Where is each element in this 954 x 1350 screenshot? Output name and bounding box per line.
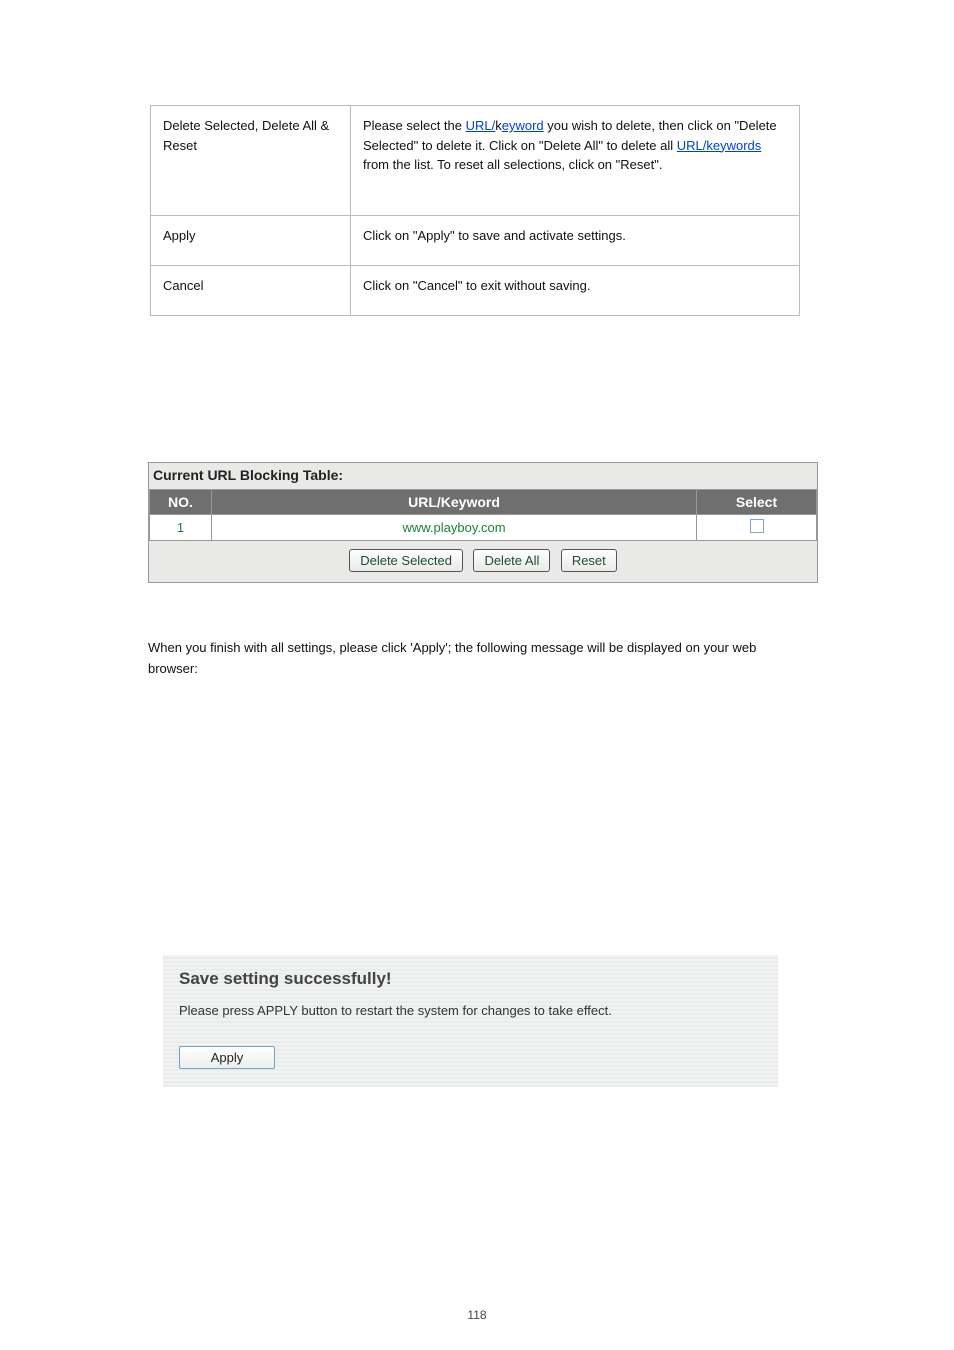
text-part: Please select the xyxy=(363,118,466,133)
row-desc: Please select the URL/keyword you wish t… xyxy=(351,106,800,216)
row-label: Apply xyxy=(151,216,351,266)
row-desc: Click on "Cancel" to exit without saving… xyxy=(351,266,800,316)
save-panel: Save setting successfully! Please press … xyxy=(163,955,778,1087)
page-number: 118 xyxy=(467,1308,486,1322)
reset-button[interactable]: Reset xyxy=(561,549,617,572)
description-table-wrap: Delete Selected, Delete All & Reset Plea… xyxy=(150,105,800,316)
cell-select xyxy=(697,515,817,541)
select-checkbox[interactable] xyxy=(750,519,764,533)
col-header-select: Select xyxy=(697,490,817,515)
url-keywords-link[interactable]: URL/keywords xyxy=(677,138,762,153)
blocking-table-title: Current URL Blocking Table: xyxy=(149,463,817,489)
description-table: Delete Selected, Delete All & Reset Plea… xyxy=(150,105,800,316)
blocking-grid: NO. URL/Keyword Select 1 www.playboy.com xyxy=(149,489,817,541)
table-row: 1 www.playboy.com xyxy=(150,515,817,541)
row-label: Delete Selected, Delete All & Reset xyxy=(151,106,351,216)
apply-note: When you finish with all settings, pleas… xyxy=(148,638,808,680)
table-row: Delete Selected, Delete All & Reset Plea… xyxy=(151,106,800,216)
keyword-link[interactable]: eyword xyxy=(502,118,544,133)
col-header-no: NO. xyxy=(150,490,212,515)
url-link[interactable]: URL/ xyxy=(466,118,496,133)
text-part: from the list. To reset all selections, … xyxy=(363,157,662,172)
row-label: Cancel xyxy=(151,266,351,316)
table-header-row: NO. URL/Keyword Select xyxy=(150,490,817,515)
delete-selected-button[interactable]: Delete Selected xyxy=(349,549,463,572)
col-header-keyword: URL/Keyword xyxy=(212,490,697,515)
row-desc: Click on "Apply" to save and activate se… xyxy=(351,216,800,266)
table-row: Cancel Click on "Cancel" to exit without… xyxy=(151,266,800,316)
delete-all-button[interactable]: Delete All xyxy=(473,549,550,572)
apply-button[interactable]: Apply xyxy=(179,1046,275,1069)
button-row: Delete Selected Delete All Reset xyxy=(149,541,817,582)
blocking-table-panel: Current URL Blocking Table: NO. URL/Keyw… xyxy=(148,462,818,583)
cell-no: 1 xyxy=(150,515,212,541)
save-message: Please press APPLY button to restart the… xyxy=(179,1003,762,1018)
cell-keyword: www.playboy.com xyxy=(212,515,697,541)
table-row: Apply Click on "Apply" to save and activ… xyxy=(151,216,800,266)
save-title: Save setting successfully! xyxy=(179,969,762,989)
